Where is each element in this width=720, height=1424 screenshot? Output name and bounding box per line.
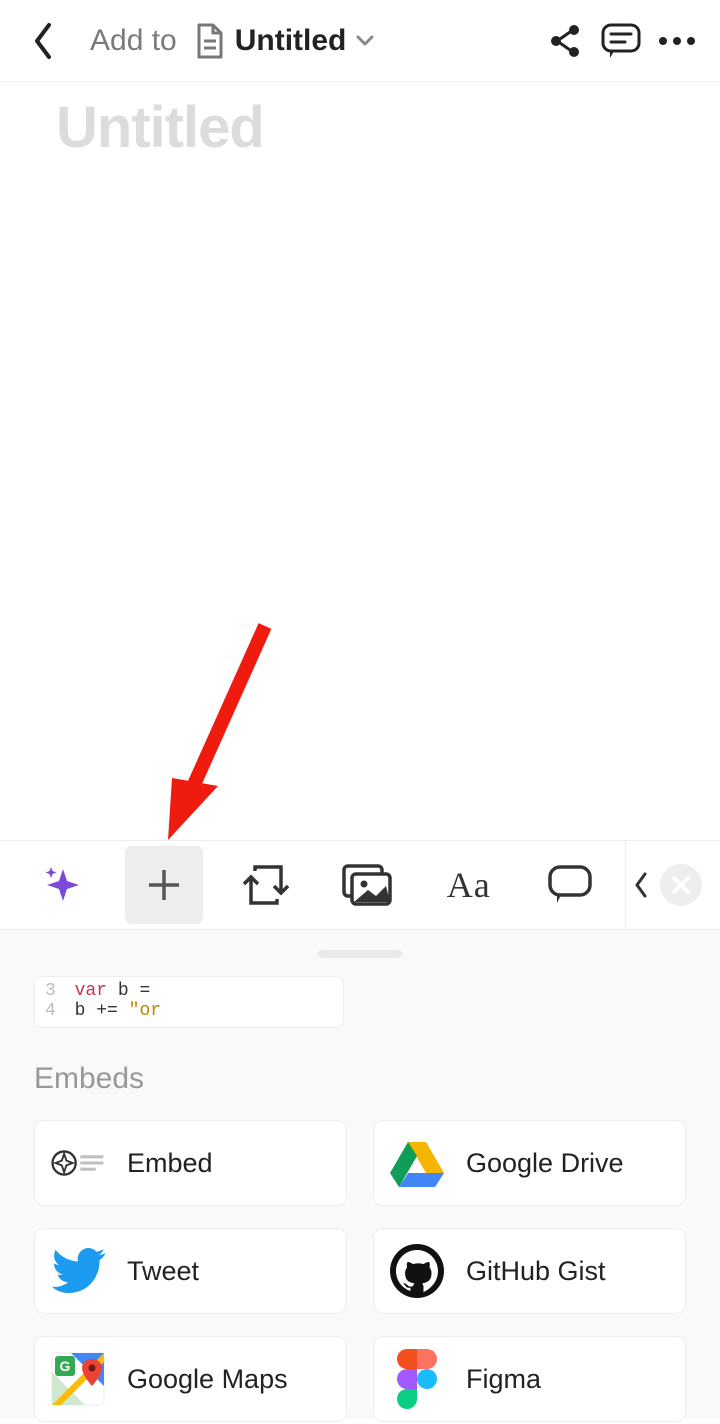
next-toolbar-peek[interactable]	[630, 871, 652, 899]
comments-button[interactable]	[600, 20, 642, 62]
tile-tweet[interactable]: Tweet	[34, 1228, 347, 1314]
compass-icon	[51, 1136, 105, 1190]
comment-icon	[600, 22, 642, 60]
code-string: "or	[129, 1001, 161, 1021]
tile-github-gist[interactable]: GitHub Gist	[373, 1228, 686, 1314]
code-text: b +=	[75, 1001, 118, 1021]
transform-icon	[243, 865, 289, 905]
tile-google-drive[interactable]: Google Drive	[373, 1120, 686, 1206]
tile-label: Figma	[466, 1364, 541, 1395]
page-icon	[195, 23, 225, 59]
text-style-label: Aa	[447, 864, 491, 906]
add-to-label[interactable]: Add to	[90, 24, 177, 58]
top-bar: Add to Untitled	[0, 0, 720, 82]
image-icon	[342, 864, 392, 906]
tile-google-maps[interactable]: G Google Maps	[34, 1336, 347, 1422]
code-keyword: var	[75, 981, 107, 1001]
annotation-arrow	[150, 618, 280, 848]
sparkle-icon	[43, 865, 83, 905]
chevron-left-icon	[31, 21, 55, 61]
code-line-number: 3	[45, 981, 56, 1001]
image-button[interactable]	[317, 841, 419, 929]
doc-title-picker[interactable]: Untitled	[195, 23, 375, 59]
back-button[interactable]	[22, 20, 64, 62]
close-icon	[671, 875, 691, 895]
insert-menu-sheet: 3 var b = 4 b += "or Embeds Embed	[0, 930, 720, 1419]
google-maps-icon: G	[51, 1352, 105, 1406]
comment-button[interactable]	[520, 841, 622, 929]
add-block-button[interactable]	[114, 841, 216, 929]
tile-figma[interactable]: Figma	[373, 1336, 686, 1422]
chevron-down-icon	[356, 35, 374, 47]
text-style-button[interactable]: Aa	[418, 841, 520, 929]
block-toolbar: Aa	[0, 840, 720, 930]
twitter-icon	[51, 1244, 105, 1298]
section-heading-embeds: Embeds	[34, 1062, 686, 1096]
sheet-grabber[interactable]	[318, 950, 402, 958]
code-block-preview[interactable]: 3 var b = 4 b += "or	[34, 976, 344, 1028]
ellipsis-icon	[657, 36, 697, 46]
google-drive-icon	[390, 1136, 444, 1190]
doc-title-text: Untitled	[235, 24, 347, 58]
page-title-placeholder: Untitled	[56, 94, 664, 161]
tile-label: Google Maps	[127, 1364, 288, 1395]
tile-label: GitHub Gist	[466, 1256, 606, 1287]
code-line-number: 4	[45, 1001, 56, 1021]
tile-label: Embed	[127, 1148, 213, 1179]
plus-icon	[143, 864, 185, 906]
tile-label: Tweet	[127, 1256, 199, 1287]
share-button[interactable]	[544, 20, 586, 62]
figma-icon	[390, 1352, 444, 1406]
close-toolbar-button[interactable]	[660, 864, 702, 906]
svg-text:G: G	[60, 1358, 71, 1374]
more-button[interactable]	[656, 20, 698, 62]
github-icon	[390, 1244, 444, 1298]
turn-into-button[interactable]	[215, 841, 317, 929]
tile-embed[interactable]: Embed	[34, 1120, 347, 1206]
chevron-left-icon	[634, 871, 648, 899]
embeds-grid: Embed Google Drive Tweet	[34, 1120, 686, 1422]
tile-label: Google Drive	[466, 1148, 624, 1179]
share-icon	[547, 23, 583, 59]
comment-bubble-icon	[547, 864, 593, 906]
editor-body[interactable]: Untitled	[0, 82, 720, 161]
code-rest: b =	[118, 981, 150, 1001]
ai-button[interactable]	[12, 841, 114, 929]
